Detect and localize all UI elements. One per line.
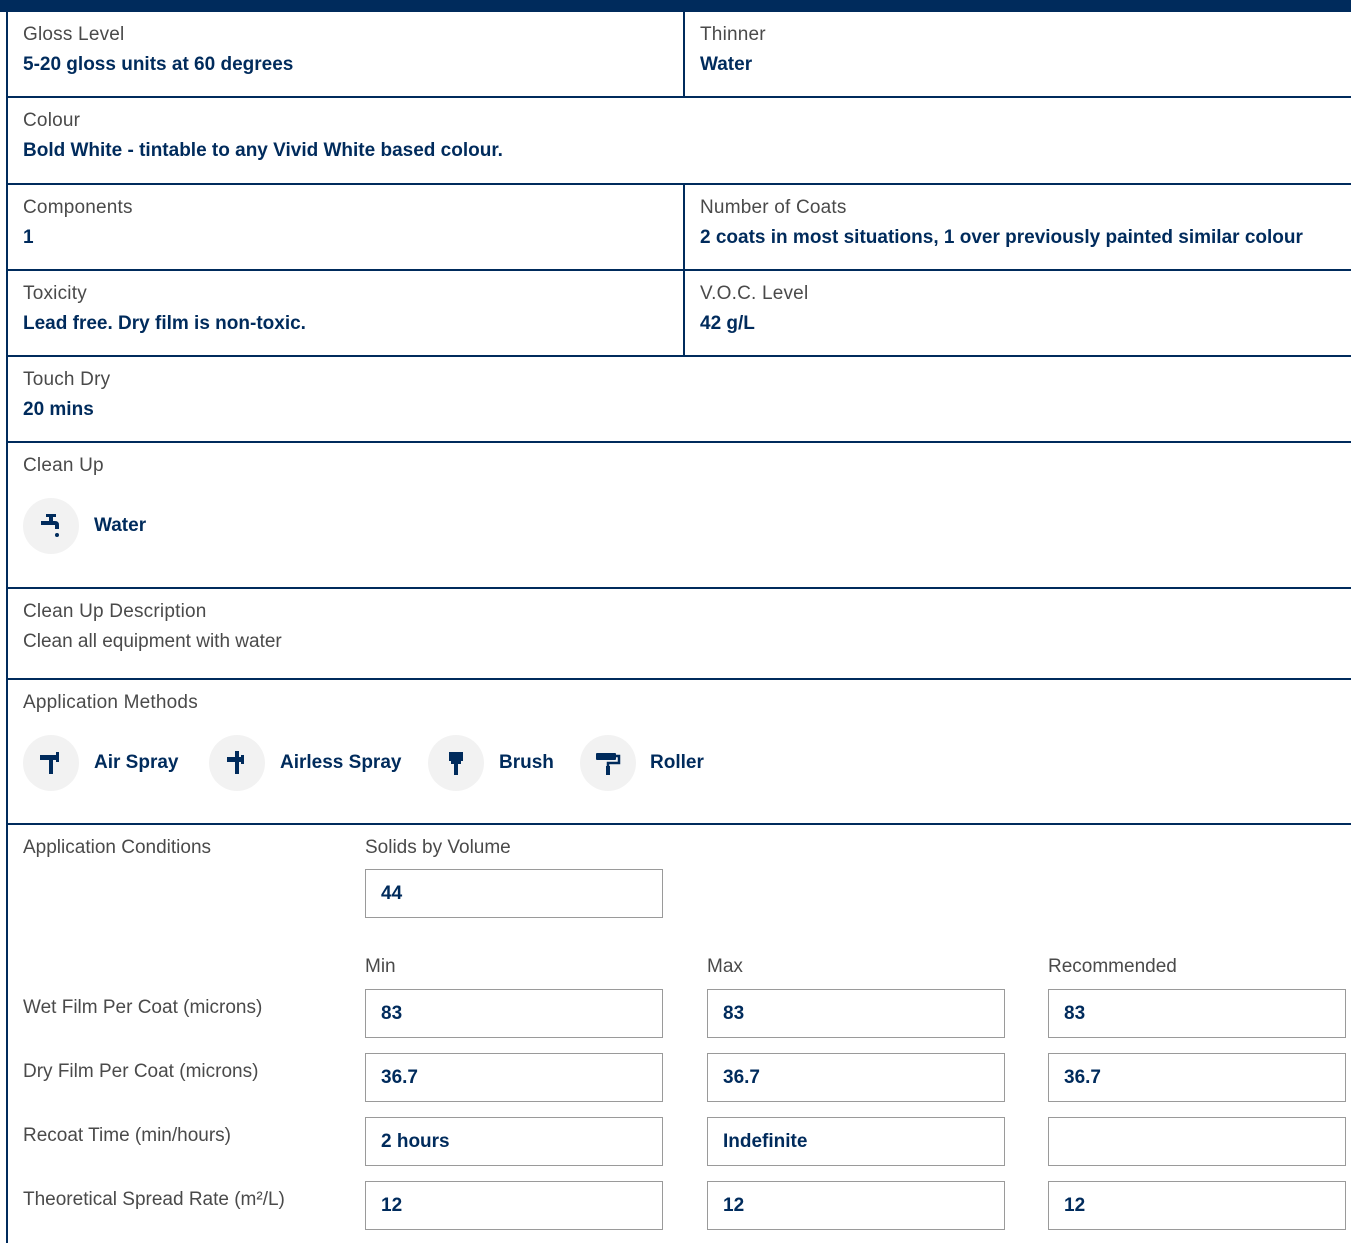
top-bar bbox=[0, 0, 1351, 12]
toxicity-value: Lead free. Dry film is non-toxic. bbox=[23, 313, 306, 334]
row-application-methods: Application Methods Air Spray Airless Sp… bbox=[8, 680, 1351, 825]
dry-film-max-value: 36.7 bbox=[723, 1067, 760, 1088]
wet-film-max-field: 83 bbox=[707, 989, 1005, 1038]
wet-film-label: Wet Film Per Coat (microns) bbox=[23, 997, 263, 1018]
dry-film-max-field: 36.7 bbox=[707, 1053, 1005, 1102]
touch-dry-value: 20 mins bbox=[23, 399, 94, 420]
properties-table: Gloss Level 5-20 gloss units at 60 degre… bbox=[6, 12, 1351, 1243]
application-conditions-cell: Application Conditions Solids by Volume … bbox=[8, 825, 1351, 1243]
touch-dry-label: Touch Dry bbox=[23, 369, 111, 390]
clean-up-description-value: Clean all equipment with water bbox=[23, 631, 282, 652]
clean-up-label: Clean Up bbox=[23, 455, 104, 476]
dry-film-min-value: 36.7 bbox=[381, 1067, 418, 1088]
recoat-time-min-value: 2 hours bbox=[381, 1131, 450, 1152]
spread-rate-min-field: 12 bbox=[365, 1181, 663, 1230]
wet-film-recommended-value: 83 bbox=[1064, 1003, 1086, 1024]
toxicity-label: Toxicity bbox=[23, 283, 87, 304]
recoat-time-label: Recoat Time (min/hours) bbox=[23, 1125, 232, 1146]
spread-rate-label: Theoretical Spread Rate (m²/L) bbox=[23, 1189, 285, 1210]
airless-spray-icon bbox=[209, 735, 265, 791]
spread-rate-max-field: 12 bbox=[707, 1181, 1005, 1230]
row-components-coats: Components 1 Number of Coats 2 coats in … bbox=[8, 185, 1351, 271]
dry-film-recommended-value: 36.7 bbox=[1064, 1067, 1101, 1088]
coats-label: Number of Coats bbox=[700, 197, 847, 218]
row-touch-dry: Touch Dry 20 mins bbox=[8, 357, 1351, 443]
row-colour: Colour Bold White - tintable to any Vivi… bbox=[8, 98, 1351, 185]
clean-up-cell: Clean Up Water bbox=[8, 443, 1351, 587]
recoat-time-max-field: Indefinite bbox=[707, 1117, 1005, 1166]
tap-icon bbox=[23, 498, 79, 554]
roller-icon bbox=[580, 735, 636, 791]
row-clean-up: Clean Up Water bbox=[8, 443, 1351, 589]
recoat-time-recommended-field bbox=[1048, 1117, 1346, 1166]
wet-film-min-field: 83 bbox=[365, 989, 663, 1038]
row-toxicity-voc: Toxicity Lead free. Dry film is non-toxi… bbox=[8, 271, 1351, 357]
col-head-max: Max bbox=[707, 956, 743, 977]
voc-value: 42 g/L bbox=[700, 313, 755, 334]
colour-label: Colour bbox=[23, 110, 81, 131]
brush-label: Brush bbox=[499, 752, 554, 773]
thinner-cell: Thinner Water bbox=[685, 12, 1351, 96]
solids-by-volume-label: Solids by Volume bbox=[365, 837, 511, 858]
product-data-sheet: Gloss Level 5-20 gloss units at 60 degre… bbox=[0, 0, 1351, 1243]
brush-icon bbox=[428, 735, 484, 791]
recoat-time-max-value: Indefinite bbox=[723, 1131, 808, 1152]
gloss-label: Gloss Level bbox=[23, 24, 125, 45]
roller-label: Roller bbox=[650, 752, 704, 773]
col-head-min: Min bbox=[365, 956, 396, 977]
clean-up-description-label: Clean Up Description bbox=[23, 601, 207, 622]
components-label: Components bbox=[23, 197, 133, 218]
airless-spray-label: Airless Spray bbox=[280, 752, 402, 773]
application-methods-label: Application Methods bbox=[23, 692, 198, 713]
spread-rate-recommended-field: 12 bbox=[1048, 1181, 1346, 1230]
clean-up-method: Water bbox=[94, 515, 147, 536]
wet-film-max-value: 83 bbox=[723, 1003, 745, 1024]
touch-dry-cell: Touch Dry 20 mins bbox=[8, 357, 1351, 441]
recoat-time-min-field: 2 hours bbox=[365, 1117, 663, 1166]
gloss-cell: Gloss Level 5-20 gloss units at 60 degre… bbox=[8, 12, 685, 96]
application-methods-cell: Application Methods Air Spray Airless Sp… bbox=[8, 680, 1351, 823]
spread-rate-max-value: 12 bbox=[723, 1195, 745, 1216]
dry-film-recommended-field: 36.7 bbox=[1048, 1053, 1346, 1102]
colour-value: Bold White - tintable to any Vivid White… bbox=[23, 140, 503, 161]
col-head-recommended: Recommended bbox=[1048, 956, 1177, 977]
clean-up-description-cell: Clean Up Description Clean all equipment… bbox=[8, 589, 1351, 678]
coats-cell: Number of Coats 2 coats in most situatio… bbox=[685, 185, 1351, 269]
wet-film-recommended-field: 83 bbox=[1048, 989, 1346, 1038]
dry-film-min-field: 36.7 bbox=[365, 1053, 663, 1102]
wet-film-min-value: 83 bbox=[381, 1003, 403, 1024]
spread-rate-recommended-value: 12 bbox=[1064, 1195, 1086, 1216]
colour-cell: Colour Bold White - tintable to any Vivi… bbox=[8, 98, 1351, 183]
spread-rate-min-value: 12 bbox=[381, 1195, 403, 1216]
thinner-value: Water bbox=[700, 54, 753, 75]
air-spray-icon bbox=[23, 735, 79, 791]
toxicity-cell: Toxicity Lead free. Dry film is non-toxi… bbox=[8, 271, 685, 355]
thinner-label: Thinner bbox=[700, 24, 766, 45]
row-clean-up-description: Clean Up Description Clean all equipment… bbox=[8, 589, 1351, 680]
voc-label: V.O.C. Level bbox=[700, 283, 809, 304]
components-cell: Components 1 bbox=[8, 185, 685, 269]
components-value: 1 bbox=[23, 227, 34, 248]
application-conditions-label: Application Conditions bbox=[23, 837, 212, 858]
air-spray-label: Air Spray bbox=[94, 752, 179, 773]
dry-film-label: Dry Film Per Coat (microns) bbox=[23, 1061, 259, 1082]
solids-by-volume-value: 44 bbox=[381, 883, 403, 904]
gloss-value: 5-20 gloss units at 60 degrees bbox=[23, 54, 294, 75]
row-gloss-thinner: Gloss Level 5-20 gloss units at 60 degre… bbox=[8, 12, 1351, 98]
coats-value: 2 coats in most situations, 1 over previ… bbox=[700, 227, 1303, 248]
voc-cell: V.O.C. Level 42 g/L bbox=[685, 271, 1351, 355]
solids-by-volume-field: 44 bbox=[365, 869, 663, 918]
row-application-conditions: Application Conditions Solids by Volume … bbox=[8, 825, 1351, 1243]
